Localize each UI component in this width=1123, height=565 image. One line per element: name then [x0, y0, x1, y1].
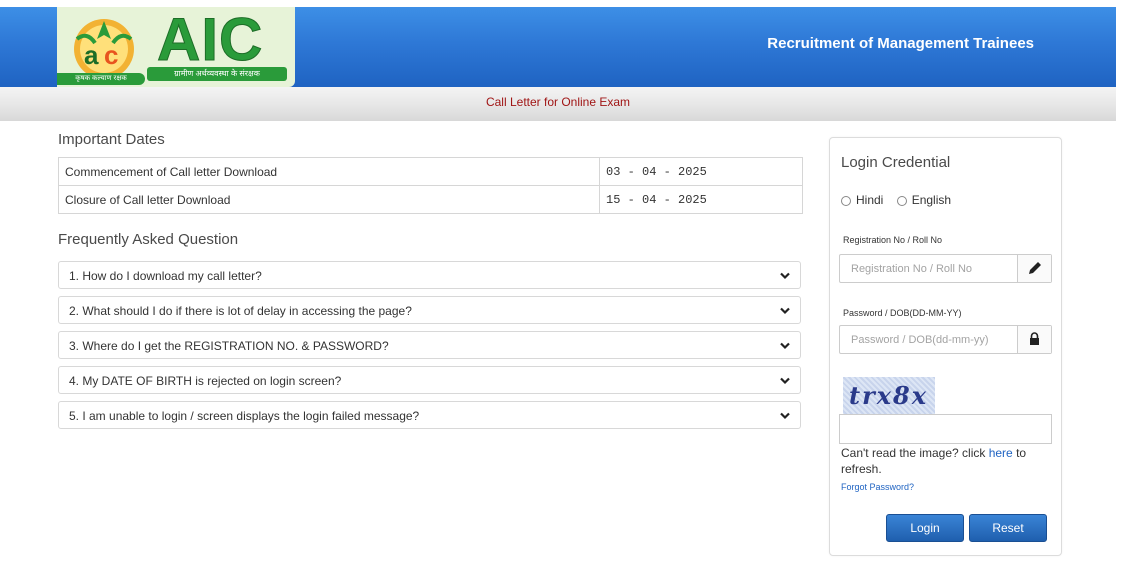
chevron-down-icon	[780, 412, 790, 420]
faq-item[interactable]: 5. I am unable to login / screen display…	[58, 401, 801, 429]
faq-heading: Frequently Asked Question	[58, 231, 239, 248]
chevron-down-icon	[780, 272, 790, 280]
aic-logo: a c AIC ग्रामीण अर्थव्यवस्था के संरक्षक …	[57, 7, 295, 87]
password-placeholder: Password / DOB(dd-mm-yy)	[851, 334, 989, 346]
login-heading: Login Credential	[841, 154, 951, 171]
faq-question: 5. I am unable to login / screen display…	[69, 409, 420, 423]
logo-tagline: कृषक कल्याण रक्षक	[57, 73, 145, 85]
faq-question: 2. What should I do if there is lot of d…	[69, 304, 412, 318]
registration-label: Registration No / Roll No	[843, 235, 943, 245]
logo-strapline: ग्रामीण अर्थव्यवस्था के संरक्षक	[147, 67, 287, 81]
faq-item[interactable]: 3. Where do I get the REGISTRATION NO. &…	[58, 331, 801, 359]
chevron-down-icon	[780, 377, 790, 385]
site-header: a c AIC ग्रामीण अर्थव्यवस्था के संरक्षक …	[0, 7, 1116, 87]
svg-text:c: c	[104, 40, 118, 70]
page-subtitle: Call Letter for Online Exam	[485, 95, 631, 109]
faq-item[interactable]: 1. How do I download my call letter?	[58, 261, 801, 289]
login-panel: Login Credential Hindi English Registrat…	[829, 137, 1062, 556]
svg-text:a: a	[84, 40, 99, 70]
reset-button[interactable]: Reset	[969, 514, 1047, 542]
date-label: Closure of Call letter Download	[58, 185, 600, 214]
language-selector: Hindi English	[841, 193, 951, 207]
date-label: Commencement of Call letter Download	[58, 157, 600, 186]
captcha-image: trx8x	[843, 377, 935, 415]
table-row: Commencement of Call letter Download 03 …	[58, 157, 803, 186]
forgot-password-link[interactable]: Forgot Password?	[841, 482, 914, 492]
date-value: 03 - 04 - 2025	[599, 157, 803, 186]
faq-item[interactable]: 4. My DATE OF BIRTH is rejected on login…	[58, 366, 801, 394]
password-label: Password / DOB(DD-MM-YY)	[843, 308, 962, 318]
faq-question: 3. Where do I get the REGISTRATION NO. &…	[69, 339, 389, 353]
login-button[interactable]: Login	[886, 514, 964, 542]
radio-circle-icon	[896, 195, 907, 206]
logo-wordmark: AIC	[156, 7, 264, 74]
registration-placeholder: Registration No / Roll No	[851, 263, 973, 275]
faq-item[interactable]: 2. What should I do if there is lot of d…	[58, 296, 801, 324]
chevron-down-icon	[780, 342, 790, 350]
important-dates-table: Commencement of Call letter Download 03 …	[58, 157, 803, 214]
page-subtitle-bar: Call Letter for Online Exam	[0, 87, 1116, 121]
site-title: Recruitment of Management Trainees	[767, 35, 1034, 52]
registration-input[interactable]: Registration No / Roll No	[839, 254, 1052, 283]
refresh-captcha-link[interactable]: here	[989, 446, 1013, 460]
pencil-icon	[1017, 255, 1051, 282]
faq-question: 1. How do I download my call letter?	[69, 269, 262, 283]
radio-english[interactable]: English	[896, 193, 951, 207]
radio-hindi[interactable]: Hindi	[841, 193, 883, 207]
radio-circle-icon	[841, 195, 851, 206]
captcha-text: trx8x	[849, 381, 929, 410]
captcha-input[interactable]	[839, 414, 1052, 444]
chevron-down-icon	[780, 307, 790, 315]
captcha-help-text: Can't read the image? click here to refr…	[841, 446, 1027, 476]
table-row: Closure of Call letter Download 15 - 04 …	[58, 185, 803, 214]
date-value: 15 - 04 - 2025	[599, 185, 803, 214]
faq-question: 4. My DATE OF BIRTH is rejected on login…	[69, 374, 342, 388]
important-dates-heading: Important Dates	[58, 131, 165, 148]
lock-icon	[1017, 326, 1051, 353]
password-input[interactable]: Password / DOB(dd-mm-yy)	[839, 325, 1052, 354]
